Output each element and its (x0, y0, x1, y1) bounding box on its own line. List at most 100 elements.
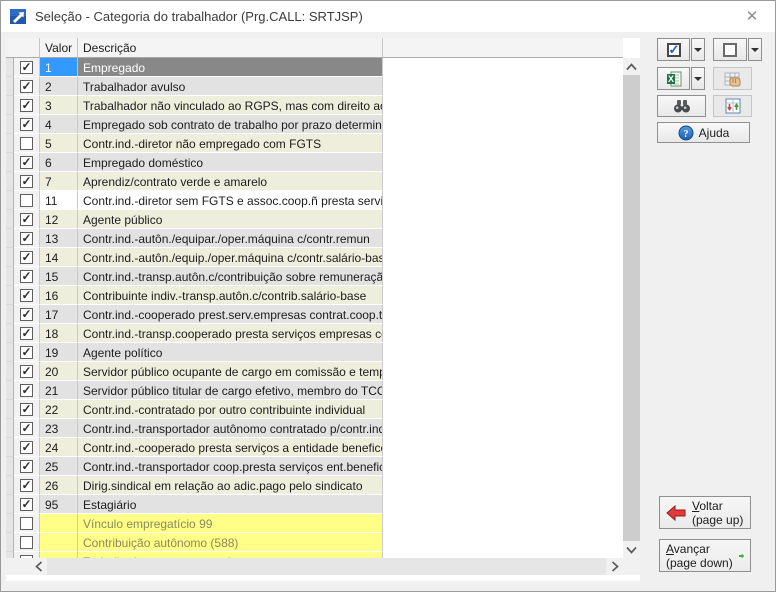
row-checkbox[interactable]: ✓ (20, 346, 33, 359)
row-checkbox[interactable]: ✓ (20, 99, 33, 112)
table-row[interactable]: ✓14Contr.ind.-autôn./equip./oper.máquina… (6, 248, 623, 267)
clear-all-dropdown[interactable] (748, 38, 762, 61)
table-row[interactable]: ✓18Contr.ind.-transp.cooperado presta se… (6, 324, 623, 343)
row-checkbox[interactable]: ✓ (20, 251, 33, 264)
table-row[interactable]: ✓15Contr.ind.-transp.autôn.c/contribuiçã… (6, 267, 623, 286)
table-row[interactable]: ✓13Contr.ind.-autôn./equipar./oper.máqui… (6, 229, 623, 248)
row-indicator (6, 438, 14, 457)
table-row[interactable]: ✓2Trabalhador avulso (6, 77, 623, 96)
row-checkbox[interactable]: ✓ (20, 175, 33, 188)
table-row[interactable]: ✓3Trabalhador não vinculado ao RGPS, mas… (6, 96, 623, 115)
table-row[interactable]: ✓24Contr.ind.-cooperado presta serviços … (6, 438, 623, 457)
chevron-left-icon (35, 561, 43, 572)
row-checkbox[interactable] (20, 536, 33, 549)
row-valor: 13 (40, 229, 78, 248)
select-all-dropdown[interactable] (691, 38, 705, 61)
row-indicator (6, 495, 14, 514)
table-row[interactable]: Vínculo empregatício 99 (6, 514, 623, 533)
help-button[interactable]: ? Ajuda (657, 122, 750, 143)
row-valor: 18 (40, 324, 78, 343)
row-indicator (6, 457, 14, 476)
clear-all-button[interactable]: ✓ (713, 38, 747, 61)
scroll-left-button[interactable] (30, 558, 47, 575)
table-row[interactable]: ✓23Contr.ind.-transportador autônomo con… (6, 419, 623, 438)
row-checkbox[interactable]: ✓ (20, 422, 33, 435)
table-row[interactable]: ✓26Dirig.sindical em relação ao adic.pag… (6, 476, 623, 495)
row-descricao: Servidor público titular de cargo efetiv… (78, 381, 383, 400)
row-valor: 17 (40, 305, 78, 324)
hand-grid-button[interactable] (713, 67, 752, 90)
table-row[interactable]: ✓95Estagiário (6, 495, 623, 514)
row-valor: 6 (40, 153, 78, 172)
row-checkbox[interactable]: ✓ (20, 118, 33, 131)
table-row[interactable]: ✓17Contr.ind.-cooperado prest.serv.empre… (6, 305, 623, 324)
svg-text:X: X (667, 74, 673, 84)
back-button[interactable]: Voltar (page up) (659, 496, 751, 529)
row-checkbox[interactable]: ✓ (20, 403, 33, 416)
row-checkbox[interactable]: ✓ (20, 384, 33, 397)
search-button[interactable] (657, 95, 706, 117)
table-row[interactable]: ✓25Contr.ind.-transportador coop.presta … (6, 457, 623, 476)
scroll-up-button[interactable] (623, 58, 640, 75)
row-checkbox[interactable] (20, 517, 33, 530)
row-checkbox[interactable]: ✓ (20, 270, 33, 283)
table-row[interactable]: ✓7Aprendiz/contrato verde e amarelo (6, 172, 623, 191)
vertical-scrollbar[interactable] (623, 58, 640, 558)
sort-columns-button[interactable] (713, 95, 752, 117)
row-checkbox[interactable]: ✓ (20, 289, 33, 302)
row-checkbox[interactable]: ✓ (20, 327, 33, 340)
row-valor: 95 (40, 495, 78, 514)
close-button[interactable]: ✕ (729, 1, 775, 31)
table-row[interactable]: 5Contr.ind.-diretor não empregado com FG… (6, 134, 623, 153)
row-checkbox[interactable] (20, 194, 33, 207)
horizontal-scroll-thumb[interactable] (47, 558, 606, 575)
close-icon: ✕ (746, 7, 759, 25)
row-descricao: Contr.ind.-transp.autôn.c/contribuição s… (78, 267, 383, 286)
row-checkbox-cell: ✓ (14, 172, 40, 191)
row-checkbox[interactable]: ✓ (20, 365, 33, 378)
table-row[interactable]: ✓ 16Contribuinte indiv.-transp.autôn.c/co… (6, 286, 623, 305)
table-row[interactable]: ✓19Agente político (6, 343, 623, 362)
forward-button[interactable]: Avançar (page down) (659, 539, 751, 572)
row-checkbox[interactable]: ✓ (20, 156, 33, 169)
row-valor: 16 (40, 286, 78, 305)
export-excel-dropdown[interactable] (691, 67, 705, 90)
table-row[interactable]: ✓4Empregado sob contrato de trabalho por… (6, 115, 623, 134)
row-checkbox[interactable]: ✓ (20, 498, 33, 511)
scroll-right-button[interactable] (606, 558, 623, 575)
row-checkbox-cell: ✓ (14, 495, 40, 514)
row-valor: 12 (40, 210, 78, 229)
table-row[interactable]: ✓22Contr.ind.-contratado por outro contr… (6, 400, 623, 419)
row-valor: 14 (40, 248, 78, 267)
row-checkbox[interactable]: ✓ (20, 80, 33, 93)
horizontal-scrollbar[interactable] (6, 558, 623, 575)
row-checkbox[interactable]: ✓ (20, 441, 33, 454)
table-row[interactable]: Contribuição autônomo (588) (6, 533, 623, 552)
back-label: Voltar (page up) (692, 499, 743, 527)
table-row[interactable]: ✓6Empregado doméstico (6, 153, 623, 172)
table-row[interactable]: ✓12Agente público (6, 210, 623, 229)
scroll-down-button[interactable] (623, 541, 640, 558)
row-checkbox[interactable]: ✓ (20, 308, 33, 321)
vertical-scroll-thumb[interactable] (623, 75, 640, 541)
table-row[interactable]: 11Contr.ind.-diretor sem FGTS e assoc.co… (6, 191, 623, 210)
row-checkbox-cell: ✓ (14, 457, 40, 476)
select-all-button[interactable]: ✓ (657, 38, 690, 61)
header-valor[interactable]: Valor (40, 38, 78, 58)
row-checkbox[interactable]: ✓ (20, 460, 33, 473)
table-row[interactable]: ✓21Servidor público titular de cargo efe… (6, 381, 623, 400)
row-checkbox-cell: ✓ (14, 362, 40, 381)
export-excel-button[interactable]: X (657, 67, 690, 90)
header-descricao[interactable]: Descrição (78, 38, 383, 58)
row-checkbox[interactable]: ✓ (20, 479, 33, 492)
row-checkbox[interactable] (20, 137, 33, 150)
row-checkbox[interactable]: ✓ (20, 213, 33, 226)
grid-header: Valor Descrição (6, 38, 623, 58)
row-checkbox[interactable]: ✓ (20, 61, 33, 74)
row-checkbox[interactable]: ✓ (20, 232, 33, 245)
row-valor: 26 (40, 476, 78, 495)
row-descricao: Contribuinte indiv.-transp.autôn.c/contr… (78, 286, 383, 305)
row-descricao: Contribuição autônomo (588) (78, 533, 383, 552)
table-row[interactable]: ✓1Empregado (6, 58, 623, 77)
table-row[interactable]: ✓20Servidor público ocupante de cargo em… (6, 362, 623, 381)
